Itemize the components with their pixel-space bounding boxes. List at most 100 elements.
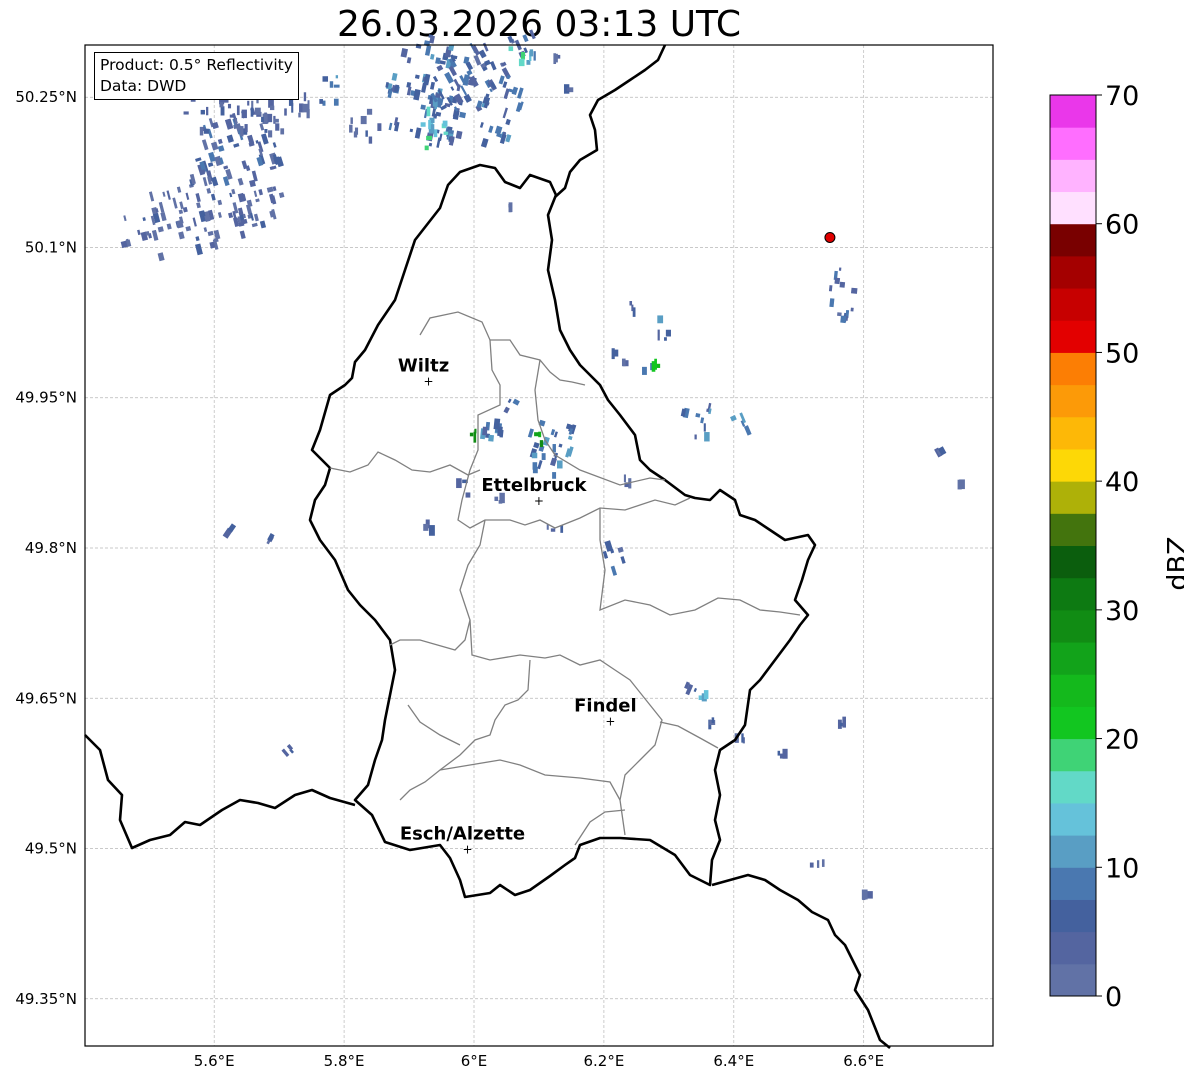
- echo-pixel: [494, 125, 503, 135]
- echo-pixel: [172, 197, 178, 209]
- echo-cluster: [319, 75, 340, 106]
- echo-pixel: [217, 199, 223, 206]
- echo-pixel: [533, 51, 536, 61]
- echo-pixel: [560, 525, 564, 533]
- echo-pixel: [200, 109, 205, 115]
- echo-cluster: [837, 716, 846, 729]
- echo-pixel: [428, 525, 435, 536]
- echo-pixel: [610, 565, 618, 576]
- echo-pixel: [210, 141, 219, 151]
- echo-pixel: [377, 123, 382, 131]
- echo-pixel: [224, 118, 234, 130]
- echo-pixel: [459, 111, 467, 119]
- echo-pixel: [259, 123, 265, 131]
- echo-pixel: [741, 733, 744, 743]
- echo-pixel: [223, 165, 229, 170]
- echo-pixel: [274, 118, 279, 123]
- echo-pixel: [368, 136, 373, 144]
- echo-pixel: [471, 44, 480, 56]
- echo-pixel: [553, 431, 558, 438]
- echo-pixel: [698, 695, 703, 701]
- echo-pixel: [539, 440, 544, 448]
- echo-pixel: [267, 113, 273, 123]
- echo-pixel: [455, 130, 463, 140]
- echo-pixel: [199, 126, 204, 136]
- echo-pixel: [494, 496, 499, 502]
- echo-pixel: [319, 99, 323, 104]
- city-label: Wiltz: [398, 356, 449, 377]
- echo-pixel: [157, 252, 165, 262]
- echo-pixel: [508, 88, 514, 93]
- echo-pixel: [664, 337, 667, 341]
- echo-pixel: [244, 124, 248, 133]
- echo-pixel: [842, 716, 846, 728]
- echo-pixel: [480, 137, 489, 148]
- echo-pixel: [821, 859, 825, 867]
- echo-pixel: [202, 176, 208, 187]
- lat-tick-label: 49.95°N: [15, 389, 77, 407]
- colorbar-segment: [1050, 931, 1096, 965]
- echo-cluster: [611, 348, 629, 367]
- echo-pixel: [247, 100, 250, 106]
- colorbar-segment: [1050, 963, 1096, 997]
- echo-pixel: [160, 212, 167, 222]
- colorbar-segment: [1050, 802, 1096, 836]
- lon-tick-label: 6.4°E: [713, 1052, 754, 1070]
- echo-pixel: [253, 190, 258, 197]
- echo-pixel: [479, 122, 484, 128]
- colorbar-tick-label: 10: [1105, 853, 1139, 884]
- echo-pixel: [151, 229, 159, 241]
- radar-echoes: [120, 29, 965, 901]
- echo-pixel: [235, 117, 238, 127]
- echo-pixel: [550, 457, 557, 467]
- echo-pixel: [275, 156, 284, 168]
- echo-pixel: [220, 106, 225, 116]
- echo-pixel: [704, 432, 710, 442]
- echo-pixel: [532, 466, 538, 474]
- echo-pixel: [157, 226, 164, 233]
- echo-pixel: [350, 117, 353, 124]
- radar-map: +Wiltz+Ettelbruck+Findel+Esch/Alzette 50…: [15, 29, 1139, 1070]
- echo-pixel: [280, 128, 285, 135]
- echo-cluster: [957, 479, 965, 490]
- echo-pixel: [520, 52, 526, 60]
- echo-pixel: [534, 432, 540, 437]
- echo-pixel: [217, 145, 225, 152]
- echo-pixel: [550, 429, 556, 436]
- echo-pixel: [241, 109, 247, 119]
- echo-cluster: [531, 444, 563, 479]
- echo-pixel: [261, 116, 264, 123]
- colorbar-tick-label: 60: [1105, 210, 1139, 241]
- echo-cluster: [385, 34, 477, 148]
- echo-pixel: [623, 474, 626, 482]
- echo-cluster: [708, 717, 716, 730]
- lat-tick-label: 50.1°N: [25, 238, 77, 256]
- echo-cluster: [529, 49, 536, 62]
- echo-pixel: [428, 119, 431, 130]
- echo-pixel: [463, 93, 472, 103]
- echo-cluster: [222, 523, 237, 539]
- latitude-labels: 50.25°N 50.1°N 49.95°N 49.8°N 49.65°N 49.5°N 4…: [15, 88, 77, 1008]
- colorbar-segment: [1050, 127, 1096, 160]
- echo-pixel: [388, 122, 393, 131]
- echo-pixel: [507, 398, 512, 404]
- product-info-box: Product: 0.5° Reflectivity Data: DWD: [94, 52, 299, 100]
- echo-pixel: [456, 478, 462, 489]
- echo-pixel: [400, 48, 409, 58]
- echo-pixel: [522, 34, 529, 43]
- colorbar-segment: [1050, 706, 1096, 740]
- echo-cluster: [527, 419, 577, 470]
- echo-pixel: [478, 49, 487, 59]
- echo-pixel: [195, 192, 201, 203]
- graticule: [85, 45, 993, 1046]
- echo-pixel: [237, 177, 244, 186]
- radar-site-marker: [824, 231, 836, 243]
- city-marker: +: [424, 375, 434, 389]
- moselle-border-south: [711, 873, 891, 1050]
- echo-pixel: [227, 103, 232, 109]
- echo-pixel: [183, 111, 189, 115]
- echo-pixel: [278, 192, 285, 199]
- echo-cluster: [684, 681, 698, 696]
- lon-tick-label: 6.2°E: [583, 1052, 624, 1070]
- echo-pixel: [195, 157, 202, 162]
